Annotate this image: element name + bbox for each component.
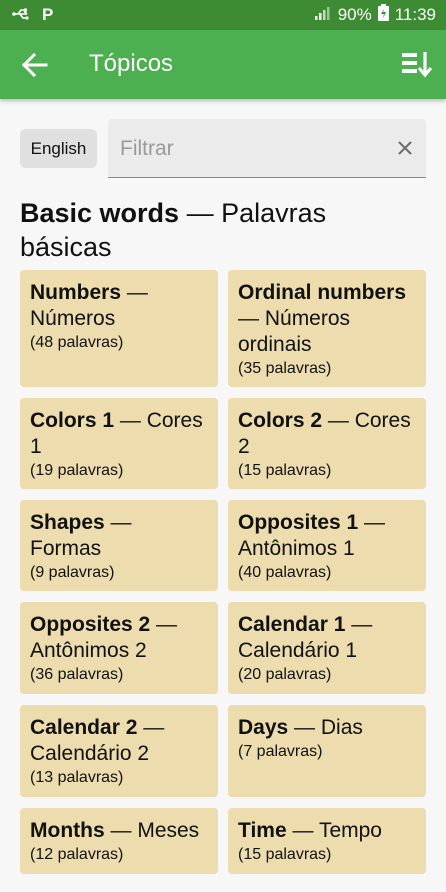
- topic-title: Opposites 2 — Antônimos 2: [30, 612, 208, 664]
- topic-card[interactable]: Months — Meses (12 palavras): [20, 808, 218, 874]
- topic-name-en: Time: [238, 819, 287, 842]
- section-title-en: Basic words: [20, 198, 180, 228]
- topic-card[interactable]: Colors 2 — Cores 2 (15 palavras): [228, 398, 426, 489]
- close-icon[interactable]: [396, 139, 414, 157]
- topic-separator: —: [104, 819, 138, 842]
- filter-input[interactable]: [118, 131, 382, 167]
- topic-word-count: (9 palavras): [30, 564, 115, 581]
- topic-name-pt: Calendário 1: [238, 639, 358, 662]
- topic-title: Months — Meses: [30, 818, 208, 844]
- topic-separator: —: [358, 511, 386, 534]
- app-bar: Tópicos: [0, 30, 446, 99]
- topic-card[interactable]: Opposites 2 — Antônimos 2 (36 palavras): [20, 602, 218, 694]
- topic-separator: —: [121, 281, 148, 304]
- topic-title: Ordinal numbers — Números ordinais: [238, 280, 416, 358]
- topic-name-pt: Formas: [30, 537, 102, 560]
- topic-separator: —: [288, 716, 321, 739]
- status-bar: P 90% 11:39: [0, 0, 446, 30]
- filter-field[interactable]: [108, 119, 426, 178]
- topic-name-pt: Calendário 2: [30, 742, 150, 765]
- page-title: Tópicos: [89, 50, 174, 77]
- topic-card[interactable]: Colors 1 — Cores 1 (19 palavras): [20, 398, 218, 489]
- topic-separator: —: [345, 613, 373, 636]
- topic-name-en: Ordinal numbers: [238, 281, 407, 304]
- topic-card[interactable]: Numbers — Números (48 palavras): [20, 270, 218, 387]
- topic-title: Time — Tempo: [238, 818, 416, 844]
- topic-title: Colors 2 — Cores 2: [238, 408, 416, 460]
- topic-separator: —: [104, 511, 132, 534]
- parking-p-icon: P: [42, 5, 54, 24]
- topic-name-pt: Números: [30, 307, 116, 330]
- topic-name-pt: Meses: [137, 819, 200, 842]
- section-separator: —: [179, 198, 222, 228]
- topic-title: Shapes — Formas: [30, 510, 208, 562]
- topic-word-count: (36 palavras): [30, 666, 124, 683]
- topic-name-pt: Antônimos 2: [30, 639, 147, 662]
- arrow-left-icon[interactable]: [20, 51, 50, 79]
- usb-icon: [12, 5, 32, 25]
- topic-word-count: (20 palavras): [238, 666, 332, 683]
- topic-word-count: (13 palavras): [30, 769, 124, 786]
- topic-name-en: Opposites 2: [30, 613, 151, 636]
- topic-name-en: Calendar 1: [238, 613, 346, 636]
- clock: 11:39: [394, 5, 436, 24]
- topic-name-pt: Dias: [320, 716, 363, 739]
- topic-word-count: (40 palavras): [238, 564, 332, 581]
- topic-name-en: Opposites 1: [238, 511, 359, 534]
- topic-name-pt: Antônimos 1: [238, 537, 355, 560]
- signal-icon: [314, 5, 332, 25]
- topic-title: Opposites 1 — Antônimos 1: [238, 510, 416, 562]
- topic-name-en: Days: [238, 716, 289, 739]
- topic-title: Calendar 2 — Calendário 2: [30, 715, 208, 767]
- topic-title: Days — Dias: [238, 715, 416, 741]
- topic-word-count: (35 palavras): [238, 360, 332, 377]
- battery-charging-icon: [377, 4, 389, 26]
- topic-word-count: (15 palavras): [238, 462, 332, 479]
- section-heading: Basic words — Palavras básicas: [20, 196, 420, 264]
- topic-name-en: Calendar 2: [30, 716, 138, 739]
- topic-separator: —: [238, 307, 265, 330]
- topic-word-count: (48 palavras): [30, 334, 124, 351]
- topic-separator: —: [114, 409, 147, 432]
- topic-word-count: (15 palavras): [238, 846, 332, 863]
- topic-title: Colors 1 — Cores 1: [30, 408, 208, 460]
- topic-name-en: Numbers: [30, 281, 122, 304]
- topic-word-count: (19 palavras): [30, 462, 124, 479]
- topic-separator: —: [137, 716, 165, 739]
- topic-name-en: Colors 2: [238, 409, 323, 432]
- topic-name-en: Colors 1: [30, 409, 115, 432]
- language-button[interactable]: English: [20, 129, 97, 168]
- topic-card[interactable]: Ordinal numbers — Números ordinais (35 pa…: [228, 270, 426, 387]
- topic-name-pt: Tempo: [318, 819, 382, 842]
- topic-word-count: (7 palavras): [238, 743, 323, 760]
- topic-word-count: (12 palavras): [30, 846, 124, 863]
- topic-card[interactable]: Opposites 1 — Antônimos 1 (40 palavras): [228, 500, 426, 591]
- topic-card[interactable]: Calendar 1 — Calendário 1 (20 palavras): [228, 602, 426, 694]
- topic-title: Calendar 1 — Calendário 1: [238, 612, 416, 664]
- topic-grid: Numbers — Números (48 palavras) Ordinal nu…: [20, 270, 426, 874]
- battery-percent: 90%: [337, 5, 372, 24]
- topic-name-en: Months: [30, 819, 105, 842]
- topic-separator: —: [150, 613, 178, 636]
- topic-card[interactable]: Calendar 2 — Calendário 2 (13 palavras): [20, 705, 218, 797]
- topic-separator: —: [322, 409, 355, 432]
- topic-title: Numbers — Números: [30, 280, 208, 332]
- topic-card[interactable]: Days — Dias (7 palavras): [228, 705, 426, 797]
- topic-card[interactable]: Shapes — Formas (9 palavras): [20, 500, 218, 591]
- topic-name-en: Shapes: [30, 511, 105, 534]
- topic-card[interactable]: Time — Tempo (15 palavras): [228, 808, 426, 874]
- topic-separator: —: [286, 819, 319, 842]
- sort-icon[interactable]: [400, 50, 433, 80]
